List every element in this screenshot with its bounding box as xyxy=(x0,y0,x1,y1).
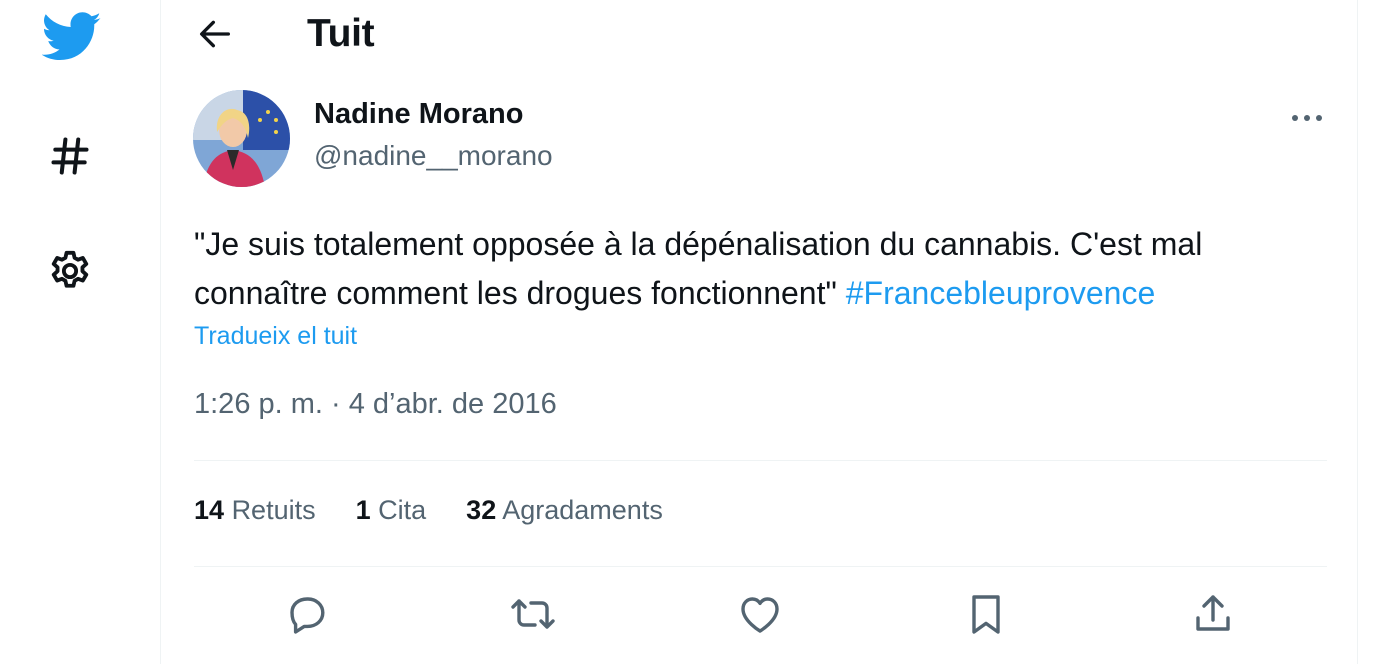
divider xyxy=(194,460,1327,461)
engagement-stats: 14 Retuits 1 Cita 32 Agradaments xyxy=(194,495,703,526)
divider xyxy=(194,566,1327,567)
avatar-photo xyxy=(193,90,290,187)
stat-label: Retuits xyxy=(231,495,316,525)
hashtag-icon[interactable] xyxy=(48,134,92,178)
twitter-bird-icon[interactable] xyxy=(42,12,102,62)
tweet-text: "Je suis totalement opposée à la dépénal… xyxy=(194,220,1324,318)
stat-retweets[interactable]: 14 Retuits xyxy=(194,495,316,526)
share-icon[interactable] xyxy=(1189,590,1237,638)
stat-count: 1 xyxy=(355,495,371,525)
stat-count: 32 xyxy=(466,495,497,525)
page-title: Tuit xyxy=(307,12,375,55)
reply-icon[interactable] xyxy=(283,590,331,638)
translate-link[interactable]: Tradueix el tuit xyxy=(194,322,357,351)
stat-likes[interactable]: 32 Agradaments xyxy=(466,495,663,526)
avatar[interactable] xyxy=(193,90,290,187)
stat-label: Cita xyxy=(378,495,427,525)
stat-count: 14 xyxy=(194,495,225,525)
tweet-timestamp[interactable]: 1:26 p. m. · 4 d’abr. de 2016 xyxy=(194,388,557,421)
gear-icon[interactable] xyxy=(47,248,93,294)
user-handle[interactable]: @nadine__morano xyxy=(314,140,553,172)
arrow-left-icon[interactable] xyxy=(195,14,235,54)
hashtag-link[interactable]: #Francebleuprovence xyxy=(846,275,1156,311)
like-icon[interactable] xyxy=(736,590,784,638)
more-options-icon[interactable] xyxy=(1285,100,1329,136)
display-name[interactable]: Nadine Morano xyxy=(314,98,523,131)
retweet-icon[interactable] xyxy=(509,590,557,638)
tweet-detail-column: Tuit Nadine Morano @nadine__morano "Je s… xyxy=(160,0,1358,664)
sidebar xyxy=(0,0,160,664)
stat-label: Agradaments xyxy=(502,495,663,525)
bookmark-icon[interactable] xyxy=(962,590,1010,638)
stat-quotes[interactable]: 1 Cita xyxy=(356,495,427,526)
